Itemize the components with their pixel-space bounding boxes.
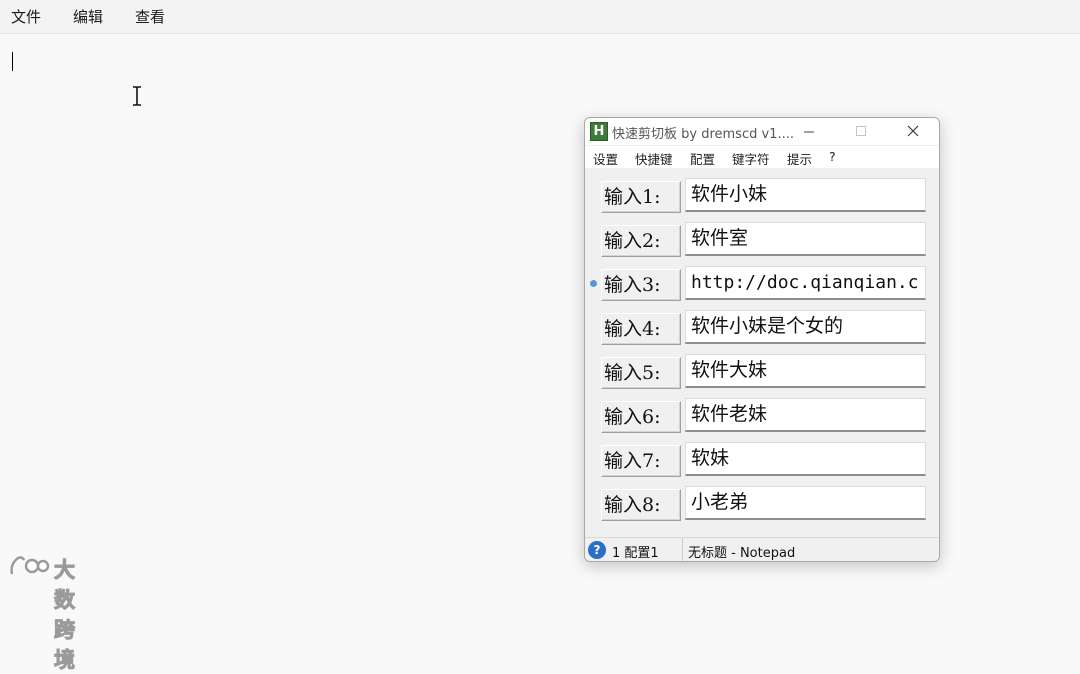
watermark-text: 大数跨境	[54, 558, 76, 673]
input-label[interactable]: 输入8:	[601, 489, 681, 521]
menu-settings[interactable]: 设置	[593, 149, 618, 168]
input-field[interactable]: 小老弟	[685, 486, 926, 520]
input-row: 输入6: 软件老妹	[585, 398, 939, 434]
minimize-icon[interactable]	[797, 121, 821, 141]
input-row: 输入3: http://doc.qianqian.c	[585, 266, 939, 302]
close-icon[interactable]	[901, 121, 925, 141]
active-indicator	[590, 280, 597, 287]
help-icon[interactable]: ?	[588, 541, 606, 559]
input-row: 输入4: 软件小妹是个女的	[585, 310, 939, 346]
menu-help[interactable]: ?	[829, 149, 836, 164]
input-field[interactable]: 软妹	[685, 442, 926, 476]
input-label[interactable]: 输入5:	[601, 357, 681, 389]
input-field[interactable]: 软件老妹	[685, 398, 926, 432]
input-label[interactable]: 输入7:	[601, 445, 681, 477]
input-row: 输入7: 软妹	[585, 442, 939, 478]
menu-edit[interactable]: 编辑	[73, 6, 103, 27]
menu-view[interactable]: 查看	[135, 6, 165, 27]
input-field[interactable]: 软件大妹	[685, 354, 926, 388]
menu-key-chars[interactable]: 键字符	[732, 149, 770, 168]
menu-config[interactable]: 配置	[690, 149, 715, 168]
window-title: 快速剪切板 by dremscd v1....	[612, 127, 794, 142]
input-row: 输入8: 小老弟	[585, 486, 939, 522]
status-bar: ? 1 配置1 无标题 - Notepad	[585, 537, 939, 561]
text-caret	[12, 52, 13, 71]
input-field[interactable]: http://doc.qianqian.c	[685, 266, 926, 300]
input-row: 输入1: 软件小妹	[585, 178, 939, 214]
input-label[interactable]: 输入3:	[601, 269, 681, 301]
watermark-logo-icon	[10, 556, 50, 575]
quick-clipboard-window: H 快速剪切板 by dremscd v1.... 设置 快捷键 配置 键字符 …	[584, 117, 940, 562]
window-titlebar[interactable]: H 快速剪切板 by dremscd v1....	[585, 118, 939, 145]
input-field[interactable]: 软件室	[685, 222, 926, 256]
menu-file[interactable]: 文件	[11, 6, 41, 27]
status-divider	[682, 538, 683, 561]
menu-hotkeys[interactable]: 快捷键	[635, 149, 673, 168]
notepad-menubar: 文件 编辑 查看	[0, 0, 1080, 34]
h-app-icon: H	[590, 122, 608, 141]
maximize-icon[interactable]	[849, 121, 873, 141]
input-label[interactable]: 输入6:	[601, 401, 681, 433]
menu-tips[interactable]: 提示	[787, 149, 812, 168]
text-cursor-icon	[133, 86, 141, 106]
input-label[interactable]: 输入1:	[601, 181, 681, 213]
input-field[interactable]: 软件小妹	[685, 178, 926, 212]
input-label[interactable]: 输入2:	[601, 225, 681, 257]
status-target-window: 无标题 - Notepad	[688, 546, 796, 561]
clipboard-menubar: 设置 快捷键 配置 键字符 提示 ?	[585, 146, 939, 168]
input-label[interactable]: 输入4:	[601, 313, 681, 345]
input-row: 输入5: 软件大妹	[585, 354, 939, 390]
input-field[interactable]: 软件小妹是个女的	[685, 310, 926, 344]
input-row: 输入2: 软件室	[585, 222, 939, 258]
status-config: 1 配置1	[612, 546, 659, 561]
